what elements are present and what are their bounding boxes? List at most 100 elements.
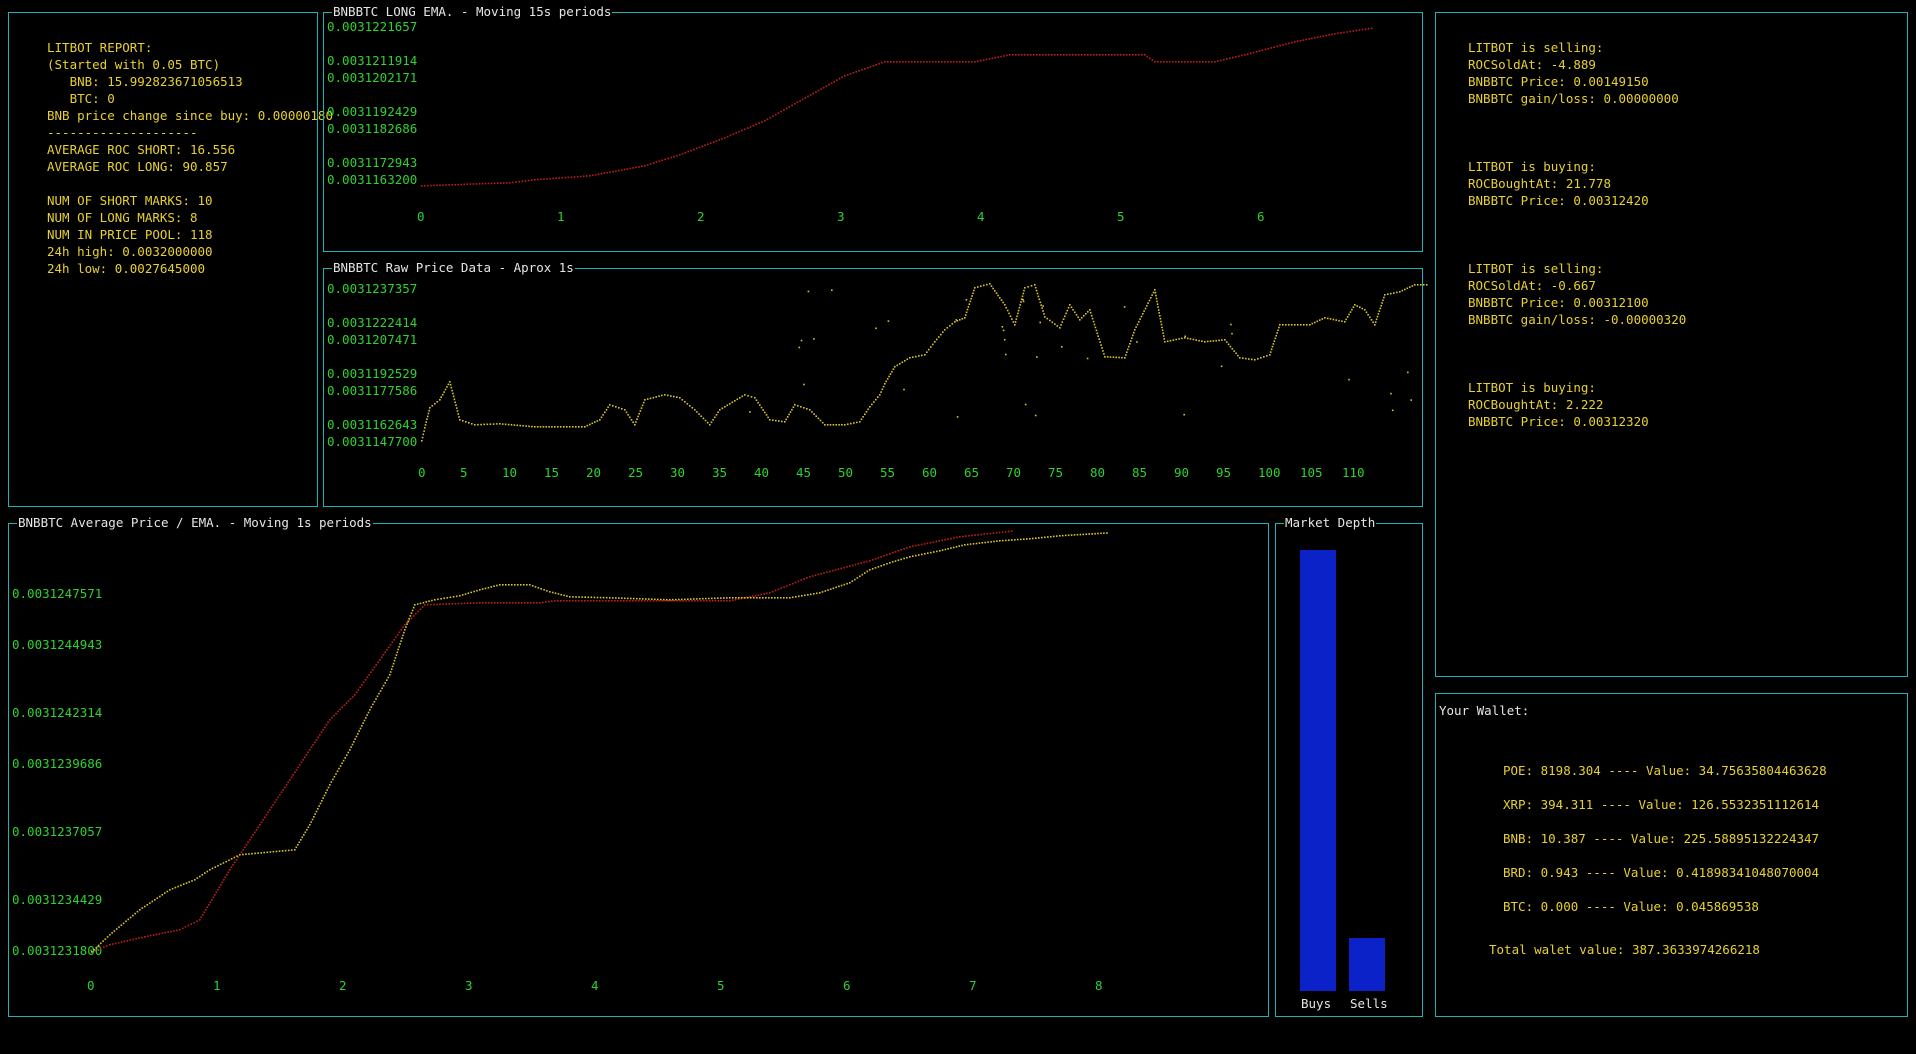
long-ema-series-point bbox=[1340, 32, 1342, 34]
avg-price-series-point bbox=[287, 781, 289, 784]
long-ema-series-point bbox=[490, 182, 493, 185]
avg-price-series-point bbox=[512, 602, 514, 604]
ema-series-point bbox=[952, 546, 955, 549]
ema-series-point bbox=[549, 591, 551, 593]
raw-price-series-point bbox=[901, 361, 904, 364]
raw-price-series-point bbox=[1018, 306, 1021, 309]
raw-price-series-point bbox=[427, 412, 430, 415]
ema-series-point bbox=[290, 849, 293, 851]
avg-price-series-point bbox=[536, 602, 538, 604]
long-ema-series-point bbox=[858, 70, 860, 72]
long-ema-series-point bbox=[707, 143, 709, 145]
raw-price-series-point bbox=[545, 426, 547, 428]
raw-price-series-point bbox=[1136, 341, 1138, 343]
ema-series-point bbox=[369, 709, 371, 711]
trade-log-line bbox=[1468, 141, 1686, 158]
raw-price-series-point bbox=[944, 329, 946, 331]
long-ema-series-point bbox=[1244, 54, 1246, 56]
ema-series-point bbox=[345, 754, 348, 756]
avg-price-series-point bbox=[869, 560, 871, 562]
avg-price-series-point bbox=[284, 786, 286, 789]
ema-series-point bbox=[366, 714, 368, 716]
raw-price-series-point bbox=[1269, 354, 1271, 356]
avg-price-series-point bbox=[384, 651, 386, 654]
long-ema-series-point bbox=[638, 166, 640, 168]
raw-price-series-point bbox=[968, 303, 971, 305]
raw-price-series-point bbox=[726, 404, 729, 407]
long-ema-series-point bbox=[1072, 54, 1074, 56]
avg-price-series-point bbox=[234, 861, 236, 864]
ema-series-point bbox=[338, 767, 340, 770]
avg-price-series-point bbox=[614, 600, 616, 602]
ema-series-point bbox=[139, 909, 141, 911]
long-ema-series-point bbox=[799, 100, 801, 102]
avg-price-series-point bbox=[920, 543, 923, 546]
raw-price-series-point bbox=[1009, 315, 1012, 317]
ema-series-point bbox=[185, 882, 188, 884]
ema-series-point bbox=[900, 558, 902, 561]
ema-series-point bbox=[300, 839, 302, 841]
long-ema-series-point bbox=[788, 106, 791, 108]
raw-price-series-point bbox=[1420, 284, 1422, 286]
depth-bar-sells bbox=[1349, 938, 1385, 991]
ema-series-point bbox=[1044, 536, 1046, 539]
long-ema-series-point bbox=[985, 58, 988, 61]
avg-price-series-point bbox=[106, 945, 108, 947]
raw-price-series-point bbox=[486, 423, 489, 426]
avg-price-series-point bbox=[375, 664, 377, 666]
raw-price-series-point bbox=[1282, 324, 1284, 326]
ema-series-point bbox=[1100, 532, 1102, 535]
long-ema-series-point bbox=[815, 91, 817, 93]
ema-series-point bbox=[313, 816, 315, 818]
long-ema-series-point bbox=[1217, 60, 1219, 62]
wallet-item: BRD: 0.943 ---- Value: 0.418983410480700… bbox=[1503, 865, 1820, 880]
ema-series-point bbox=[618, 597, 620, 599]
report-line: NUM OF SHORT MARKS: 10 bbox=[47, 193, 213, 208]
raw-price-series-point bbox=[638, 412, 640, 415]
depth-bar-label: Sells bbox=[1350, 996, 1388, 1011]
ema-series-point bbox=[1082, 533, 1085, 536]
raw-price-chart: 0.0031237357 0.0031222414 0.0031207471 0.00… bbox=[324, 269, 1428, 506]
avg-price-series-point bbox=[97, 948, 99, 951]
raw-price-series-point bbox=[1399, 291, 1401, 293]
report-line: 24h high: 0.0032000000 bbox=[47, 244, 213, 259]
raw-price-series-point bbox=[554, 426, 556, 428]
raw-price-series-point bbox=[1417, 284, 1419, 286]
ema-series-point bbox=[753, 597, 755, 599]
ema-series-point bbox=[332, 778, 334, 781]
raw-price-series-point bbox=[655, 396, 657, 398]
avg-price-series-point bbox=[320, 731, 323, 734]
long-ema-series-point bbox=[1264, 48, 1267, 51]
long-ema-series-point bbox=[1154, 61, 1156, 63]
long-ema-series-point bbox=[681, 152, 684, 155]
raw-price-series-point bbox=[955, 319, 958, 321]
raw-price-series-point bbox=[867, 408, 869, 411]
ema-series-point bbox=[446, 597, 449, 599]
raw-price-series-point bbox=[1138, 321, 1140, 323]
raw-price-series-point bbox=[621, 408, 623, 410]
ema-series-point bbox=[540, 588, 542, 590]
avg-price-series-point bbox=[640, 600, 643, 602]
avg-price-series-point bbox=[329, 719, 331, 721]
long-ema-series-point bbox=[1157, 61, 1159, 63]
ema-series-point bbox=[1067, 534, 1070, 537]
avg-price-series-point bbox=[355, 691, 358, 694]
ema-series-point bbox=[199, 875, 201, 878]
avg-price-series-point bbox=[711, 600, 714, 602]
raw-price-series-point bbox=[534, 426, 536, 428]
ema-series-point bbox=[1047, 536, 1049, 538]
long-ema-series-point bbox=[1021, 54, 1023, 56]
avg-price-series-point bbox=[655, 600, 658, 602]
avg-price-series-point bbox=[415, 612, 417, 615]
raw-price-series-point bbox=[1303, 324, 1305, 326]
raw-price-series-point bbox=[1276, 332, 1278, 334]
raw-price-series-point bbox=[1162, 335, 1165, 337]
raw-price-series-point bbox=[1142, 313, 1144, 315]
long-ema-series-point bbox=[1123, 54, 1125, 56]
long-ema-series-point bbox=[1117, 54, 1119, 56]
long-ema-series-point bbox=[917, 61, 919, 63]
raw-price-series-point bbox=[1181, 337, 1183, 340]
raw-price-series-point bbox=[714, 416, 716, 419]
ema-series-point bbox=[323, 794, 326, 797]
raw-price-series-point bbox=[575, 426, 577, 428]
